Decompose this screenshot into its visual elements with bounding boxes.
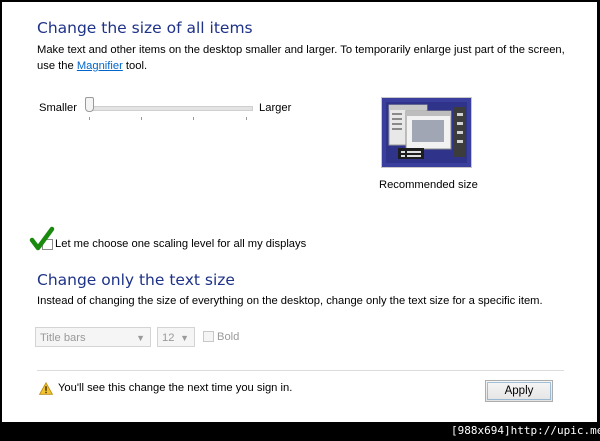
magnifier-link[interactable]: Magnifier	[77, 60, 123, 72]
slider-min-label: Smaller	[39, 102, 77, 114]
scale-slider-thumb[interactable]	[85, 97, 94, 112]
slider-tick	[89, 117, 90, 120]
scale-slider-track[interactable]	[86, 106, 253, 111]
sign-in-notice: You'll see this change the next time you…	[58, 382, 293, 394]
section-title-size-all: Change the size of all items	[37, 19, 253, 37]
section-title-text-size: Change only the text size	[37, 271, 235, 289]
recommended-size-label: Recommended size	[379, 179, 478, 191]
display-settings-panel: Change the size of all items Make text a…	[2, 2, 597, 422]
apply-button[interactable]: Apply	[485, 380, 553, 402]
bold-label: Bold	[217, 331, 240, 343]
size-description-post-link: tool.	[122, 60, 148, 72]
chevron-down-icon: ▼	[136, 333, 145, 343]
chevron-down-icon: ▼	[180, 333, 189, 343]
font-size-select[interactable]: 12 ▼	[157, 327, 195, 347]
watermark-text: [988x694]http://upic.me/	[451, 424, 600, 437]
item-select[interactable]: Title bars ▼	[35, 327, 151, 347]
size-description: Make text and other items on the desktop…	[37, 42, 565, 74]
slider-tick	[246, 117, 247, 120]
slider-tick	[141, 117, 142, 120]
size-description-pre-link: use the	[37, 60, 77, 72]
desktop-preview-icon	[386, 102, 467, 163]
font-size-select-value: 12	[162, 332, 175, 344]
slider-tick	[193, 117, 194, 120]
scaling-level-label[interactable]: Let me choose one scaling level for all …	[55, 236, 306, 252]
green-checkmark-icon	[29, 226, 55, 257]
slider-max-label: Larger	[259, 102, 292, 114]
item-select-value: Title bars	[40, 332, 86, 344]
size-description-line1: Make text and other items on the desktop…	[37, 44, 565, 56]
bold-checkbox[interactable]	[203, 331, 214, 342]
warning-icon	[38, 381, 54, 400]
footer-divider	[37, 370, 564, 371]
recommended-size-preview	[381, 97, 472, 168]
text-size-description: Instead of changing the size of everythi…	[37, 295, 543, 307]
